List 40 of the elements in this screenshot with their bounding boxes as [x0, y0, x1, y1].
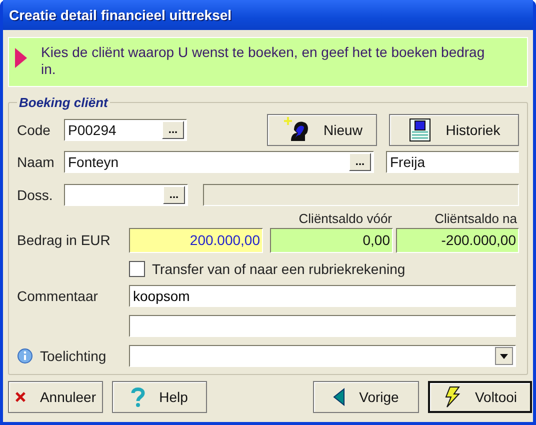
- browse-button[interactable]: ...: [163, 186, 185, 204]
- field-label: Commentaar: [17, 288, 99, 304]
- finish-button[interactable]: Voltooi: [428, 381, 532, 413]
- question-mark-icon: [131, 387, 146, 407]
- cross-icon: [15, 389, 26, 405]
- field-label: Doss.: [17, 187, 54, 203]
- balance-field: -200.000,00: [396, 228, 519, 252]
- field-label: Code: [17, 122, 52, 138]
- first-name-field[interactable]: Freija: [386, 151, 519, 173]
- comment-field[interactable]: koopsom: [129, 285, 516, 307]
- checkbox-label: Transfer van of naar een rubriekrekening: [152, 261, 406, 277]
- info-icon: [17, 348, 33, 364]
- help-button[interactable]: Help: [112, 381, 207, 413]
- explanation-dropdown[interactable]: [129, 345, 516, 367]
- cancel-button[interactable]: Annuleer: [8, 381, 103, 413]
- window-title: Creatie detail financieel uittreksel: [3, 0, 533, 30]
- new-button[interactable]: Nieuw: [267, 114, 377, 146]
- person-plus-icon: [282, 117, 310, 143]
- field-label: Bedrag in EUR: [17, 232, 112, 248]
- browse-button[interactable]: ...: [349, 153, 371, 171]
- document-icon: [408, 118, 432, 142]
- comment-field[interactable]: [129, 315, 516, 337]
- balance-field: 0,00: [270, 228, 393, 252]
- lightning-icon: [442, 386, 461, 408]
- hint-text: Kies de cliënt waarop U wenst te boeken, en geef het te boeken bedrag in.: [41, 44, 486, 78]
- dossier-field[interactable]: ...: [64, 184, 188, 206]
- left-triangle-icon: [333, 388, 346, 406]
- back-button[interactable]: Vorige: [313, 381, 419, 413]
- group-title: Boeking cliënt: [18, 95, 110, 110]
- field-label: Naam: [17, 154, 56, 170]
- column-header: Cliëntsaldo na: [434, 210, 517, 226]
- browse-button[interactable]: ...: [162, 121, 184, 139]
- column-header: Cliëntsaldo vóór: [298, 210, 392, 226]
- right-triangle-icon: [15, 48, 27, 68]
- checkbox[interactable]: [129, 261, 145, 277]
- field-label: Toelichting: [40, 348, 108, 364]
- code-field[interactable]: P00294 ...: [64, 119, 187, 141]
- history-button[interactable]: Historiek: [389, 114, 519, 146]
- amount-field[interactable]: 200.000,00: [129, 228, 263, 252]
- surname-field[interactable]: Fonteyn ...: [64, 151, 374, 173]
